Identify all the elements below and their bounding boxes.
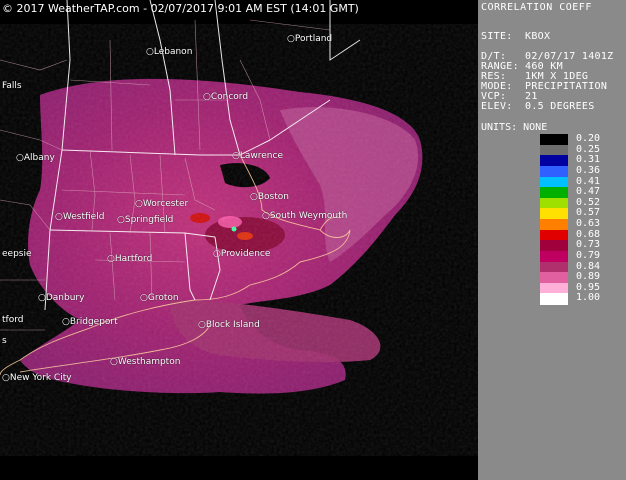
scale-tick-label: 0.57 [576, 207, 601, 219]
speckle-overlay [0, 60, 478, 420]
scale-swatch [540, 155, 568, 167]
city-label: ○Lawrence [232, 151, 283, 161]
city-label: ○Bridgeport [62, 317, 118, 327]
color-scale [540, 134, 568, 305]
radar-echo-layer [0, 0, 478, 420]
scale-tick-label: 0.68 [576, 228, 601, 240]
city-label: ○Springfield [117, 215, 174, 225]
city-label: Falls [2, 81, 22, 91]
product-title: CORRELATION COEFF [481, 2, 592, 13]
scale-swatch [540, 229, 568, 241]
scale-swatch [540, 187, 568, 199]
scale-swatch [540, 272, 568, 284]
scale-tick-label: 0.47 [576, 186, 601, 198]
scale-tick-label: 0.63 [576, 218, 601, 229]
city-label: ○Albany [16, 153, 55, 163]
radar-map[interactable]: © 2017 WeatherTAP.com - 02/07/2017 9:01 … [0, 0, 478, 480]
scale-swatch [540, 250, 568, 262]
units-label: UNITS: NONE [481, 122, 548, 133]
city-label: ○Hartford [107, 254, 153, 264]
city-label: ○Portland [287, 34, 333, 44]
scale-tick-label: 1.00 [576, 292, 601, 304]
city-label: ○Westhampton [110, 357, 181, 367]
city-label: ○New York City [2, 373, 72, 383]
city-label: ○Groton [140, 293, 179, 303]
scale-swatch [540, 144, 568, 156]
city-label: eepsie [2, 249, 32, 259]
copyright-timestamp: © 2017 WeatherTAP.com - 02/07/2017 9:01 … [2, 2, 359, 15]
scale-swatch [540, 219, 568, 231]
scale-swatch [540, 176, 568, 188]
city-label: ○Block Island [198, 320, 260, 330]
city-label: s [2, 336, 7, 346]
scale-swatch [540, 134, 568, 146]
scale-tick-label: 0.36 [576, 164, 601, 176]
scale-tick-label: 0.95 [576, 281, 601, 293]
scale-tick-label: 0.41 [576, 175, 601, 187]
scale-swatch [540, 208, 568, 220]
info-panel: CORRELATION COEFF SITE: KBOX D/T: 02/07/17… [478, 0, 626, 480]
city-label: ○Westfield [55, 212, 105, 222]
city-label: ○Lebanon [146, 47, 193, 57]
scale-tick-label: 0.84 [576, 260, 601, 272]
scale-tick-label: 0.31 [576, 154, 601, 166]
city-label: ○South Weymouth [262, 211, 348, 221]
city-label: ○Boston [250, 192, 289, 202]
scale-tick-label: 0.89 [576, 271, 601, 283]
scale-tick-label: 0.73 [576, 239, 601, 251]
scale-swatch [540, 261, 568, 273]
scale-tick-label: 0.20 [576, 133, 601, 144]
scale-swatch [540, 293, 568, 305]
scale-swatch [540, 282, 568, 294]
scale-tick-label: 0.52 [576, 196, 601, 208]
city-label: ○Concord [203, 92, 249, 102]
elevation-row: ELEV: 0.5 DEGREES [481, 101, 595, 112]
city-label: tford [2, 315, 24, 325]
site-row: SITE: KBOX [481, 31, 551, 42]
city-label: ○Providence [213, 249, 271, 259]
scale-swatch [540, 165, 568, 177]
scale-swatch [540, 240, 568, 252]
city-label: ○Worcester [135, 199, 189, 209]
scale-tick-label: 0.25 [576, 143, 601, 155]
scale-tick-label: 0.79 [576, 249, 601, 261]
scale-swatch [540, 197, 568, 209]
city-label: ○Danbury [38, 293, 85, 303]
